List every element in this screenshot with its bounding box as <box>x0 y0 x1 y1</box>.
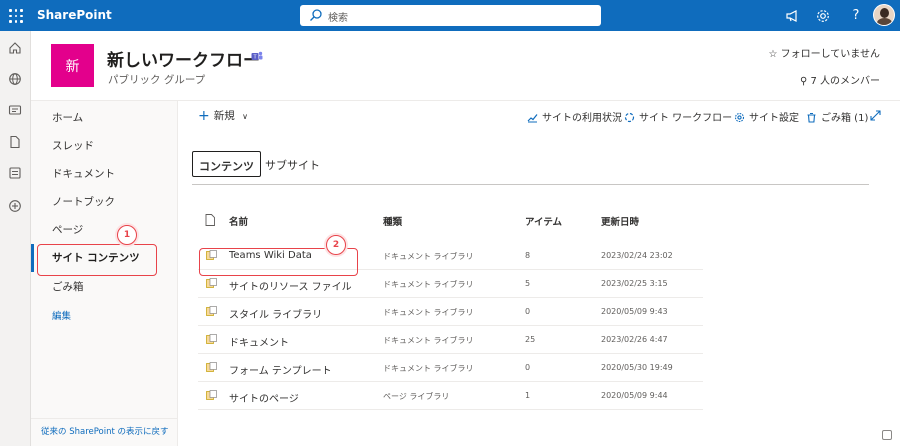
members-button[interactable]: ⚲ 7 人のメンバー <box>800 72 880 87</box>
row-modified: 2020/05/09 9:44 <box>601 391 668 400</box>
site-subtitle: パブリック グループ <box>108 74 206 86</box>
gear-icon[interactable] <box>815 8 831 24</box>
suite-bar: SharePoint 検索 ? <box>0 0 900 31</box>
row-modified: 2023/02/24 23:02 <box>601 251 673 260</box>
search-placeholder: 検索 <box>328 13 348 24</box>
column-header-type[interactable]: 種類 <box>383 214 402 228</box>
row-items: 5 <box>525 279 531 288</box>
plus-icon: + <box>198 108 210 124</box>
nav-item-recycle-bin[interactable]: ごみ箱 <box>52 279 84 294</box>
library-icon <box>206 278 217 288</box>
library-icon <box>206 362 217 372</box>
file-type-icon <box>205 214 215 226</box>
row-modified: 2020/05/09 9:43 <box>601 307 668 316</box>
nav-item-threads[interactable]: スレッド <box>52 138 94 153</box>
library-icon <box>206 306 217 316</box>
members-label: 7 人のメンバー <box>810 76 880 87</box>
tab-contents[interactable]: コンテンツ <box>192 151 261 177</box>
nav-selection-indicator <box>31 244 34 272</box>
row-type: ドキュメント ライブラリ <box>383 280 474 289</box>
chart-icon <box>527 114 538 123</box>
megaphone-icon[interactable] <box>785 8 801 24</box>
site-settings-button[interactable]: サイト設定 <box>734 109 799 124</box>
search-icon <box>310 9 322 21</box>
row-name[interactable]: サイトのリソース ファイル <box>229 278 352 293</box>
site-usage-label: サイトの利用状況 <box>542 113 622 124</box>
row-items: 25 <box>525 335 536 344</box>
row-name[interactable]: フォーム テンプレート <box>229 362 332 377</box>
row-items: 0 <box>525 363 531 372</box>
content-tabs: コンテンツ サブサイト <box>192 149 869 185</box>
site-logo[interactable]: 新 <box>51 44 94 87</box>
site-workflows-button[interactable]: サイト ワークフロー <box>624 109 732 124</box>
chevron-down-icon: ∨ <box>242 112 248 121</box>
annotation-number-1: 1 <box>117 225 137 245</box>
table-row[interactable]: サイトのページ ページ ライブラリ 1 2020/05/09 9:44 <box>198 382 703 410</box>
help-icon[interactable]: ? <box>848 8 864 24</box>
row-items: 1 <box>525 391 531 400</box>
site-title[interactable]: 新しいワークフロー <box>107 46 260 71</box>
site-header: 新 新しいワークフロー T パブリック グループ ☆ フォローしていません ⚲ … <box>31 31 900 101</box>
row-name[interactable]: サイトのページ <box>229 390 299 405</box>
new-button[interactable]: + 新規 ∨ <box>198 108 248 124</box>
person-icon: ⚲ <box>799 76 808 87</box>
table-row[interactable]: ドキュメント ドキュメント ライブラリ 25 2023/02/26 4:47 <box>198 326 703 354</box>
command-bar: + 新規 ∨ サイトの利用状況 サイト ワークフロー サイト設定 ごみ箱 (1) <box>178 101 900 129</box>
nav-item-documents[interactable]: ドキュメント <box>52 166 115 181</box>
list-icon[interactable] <box>8 166 22 180</box>
annotation-highlight-site-contents <box>37 244 157 276</box>
avatar[interactable] <box>873 4 895 26</box>
table-row[interactable]: フォーム テンプレート ドキュメント ライブラリ 0 2020/05/30 19… <box>198 354 703 382</box>
site-workflows-label: サイト ワークフロー <box>639 113 733 124</box>
row-modified: 2023/02/25 3:15 <box>601 279 668 288</box>
annotation-number-2: 2 <box>326 235 346 255</box>
row-items: 8 <box>525 251 531 260</box>
app-rail <box>0 31 31 446</box>
gear-icon <box>734 112 745 123</box>
recycle-bin-button[interactable]: ごみ箱 (1) <box>806 109 868 124</box>
table-row[interactable]: スタイル ライブラリ ドキュメント ライブラリ 0 2020/05/09 9:4… <box>198 298 703 326</box>
news-icon[interactable] <box>8 103 22 117</box>
row-type: ドキュメント ライブラリ <box>383 308 474 317</box>
site-settings-label: サイト設定 <box>749 113 799 124</box>
search-box[interactable]: 検索 <box>300 5 601 26</box>
row-modified: 2023/02/26 4:47 <box>601 335 668 344</box>
row-type: ページ ライブラリ <box>383 392 450 401</box>
row-name[interactable]: スタイル ライブラリ <box>229 306 322 321</box>
new-label: 新規 <box>213 110 235 122</box>
nav-item-notebook[interactable]: ノートブック <box>52 194 115 209</box>
column-header-modified[interactable]: 更新日時 <box>601 214 639 228</box>
library-icon <box>206 390 217 400</box>
globe-icon[interactable] <box>8 72 22 86</box>
row-type: ドキュメント ライブラリ <box>383 252 474 261</box>
nav-edit-link[interactable]: 編集 <box>52 308 71 322</box>
trash-icon <box>807 113 816 123</box>
expand-icon[interactable] <box>870 110 881 121</box>
file-icon[interactable] <box>8 135 22 149</box>
row-items: 0 <box>525 307 531 316</box>
row-name[interactable]: ドキュメント <box>229 334 289 349</box>
teams-icon[interactable]: T <box>251 50 263 62</box>
row-type: ドキュメント ライブラリ <box>383 364 474 373</box>
column-header-items[interactable]: アイテム <box>525 214 562 228</box>
follow-button[interactable]: ☆ フォローしていません <box>768 45 880 60</box>
row-type: ドキュメント ライブラリ <box>383 336 474 345</box>
column-header-name[interactable]: 名前 <box>229 214 248 228</box>
brand-name[interactable]: SharePoint <box>37 8 112 22</box>
app-launcher-icon[interactable] <box>9 9 23 23</box>
site-usage-button[interactable]: サイトの利用状況 <box>527 109 622 124</box>
nav-item-pages[interactable]: ページ <box>52 222 83 237</box>
row-modified: 2020/05/30 19:49 <box>601 363 673 372</box>
tab-subsites[interactable]: サブサイト <box>259 151 326 177</box>
classic-view-link[interactable]: 従来の SharePoint の表示に戻す <box>31 418 178 437</box>
library-icon <box>206 334 217 344</box>
home-icon[interactable] <box>8 41 22 55</box>
nav-item-home[interactable]: ホーム <box>52 110 83 125</box>
workflow-icon <box>624 112 635 123</box>
recycle-bin-label: ごみ箱 (1) <box>821 113 869 124</box>
add-icon[interactable] <box>8 199 22 213</box>
scroll-corner-icon <box>882 430 892 440</box>
